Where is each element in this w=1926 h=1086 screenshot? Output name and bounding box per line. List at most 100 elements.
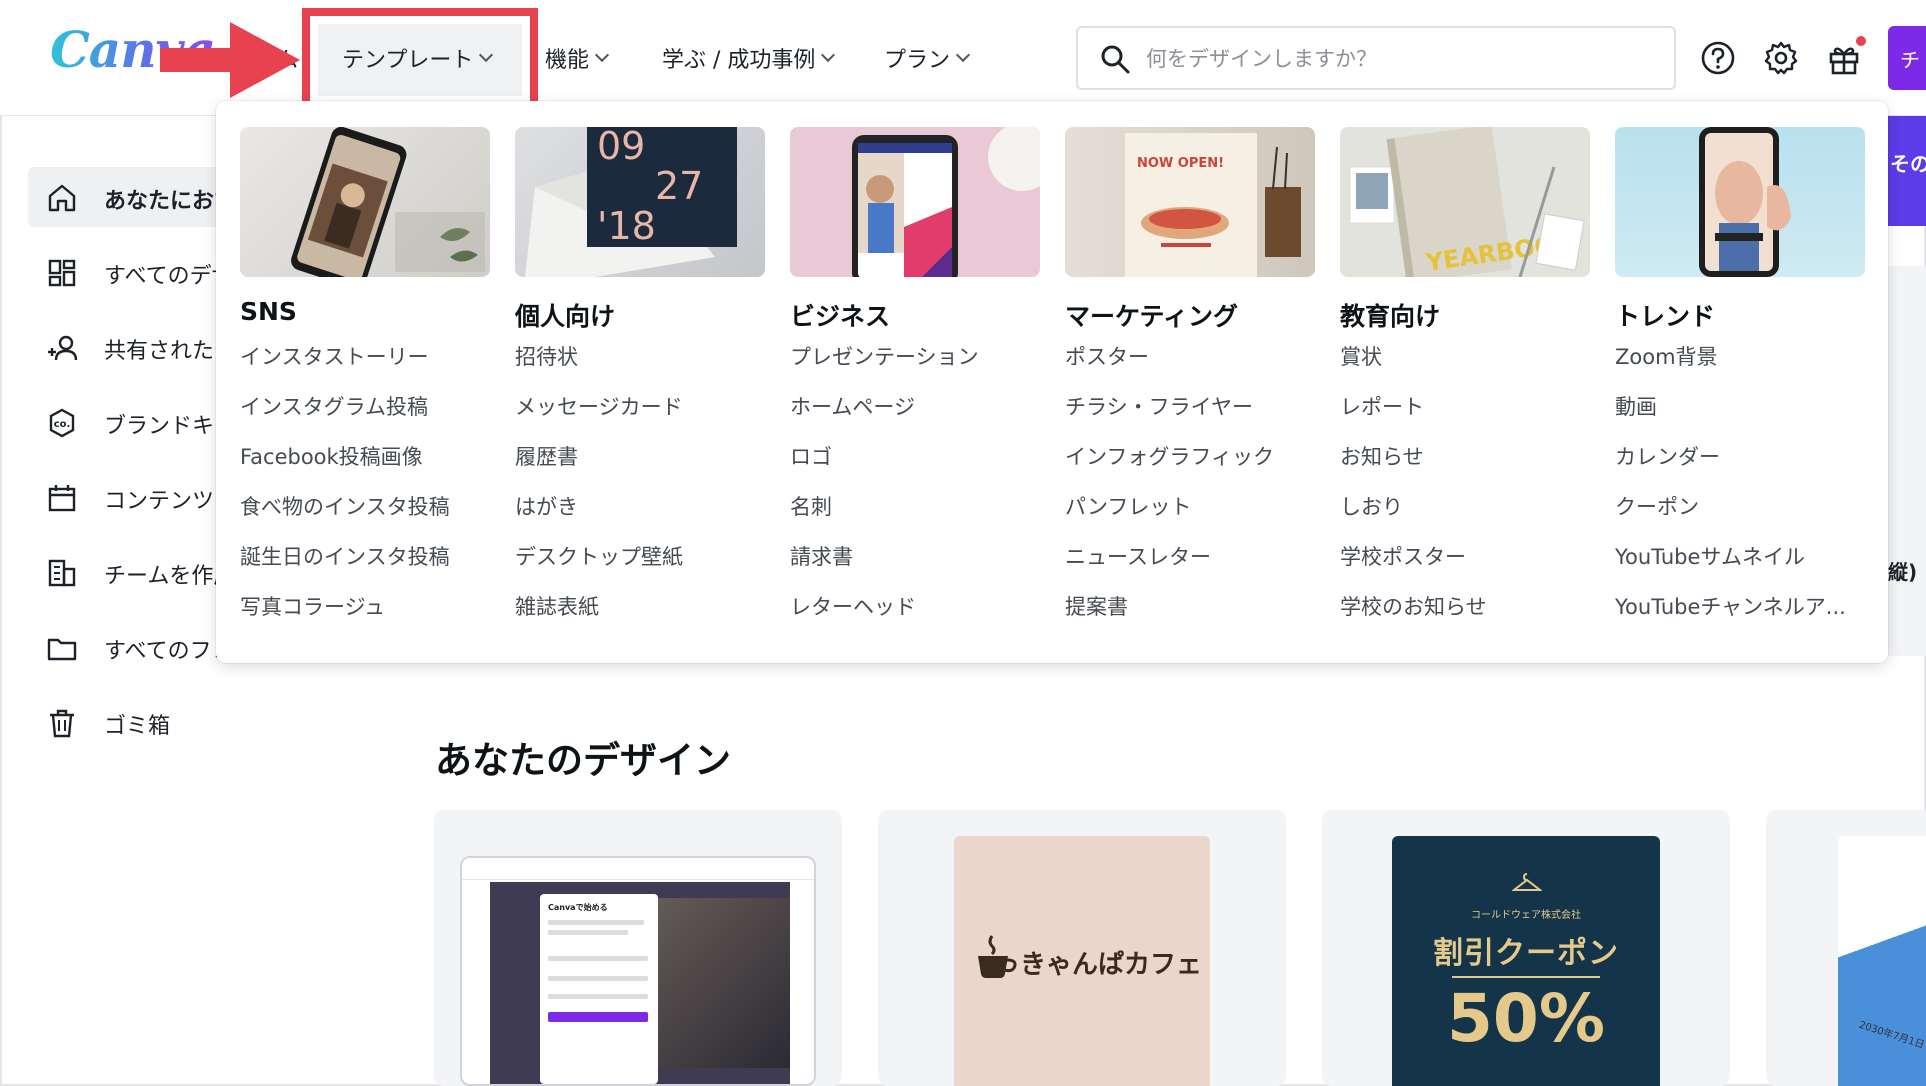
dropdown-item[interactable]: Zoom背景 [1615,341,1865,391]
thumb-line [548,956,648,961]
dropdown-item[interactable]: YouTubeサムネイル [1615,541,1865,591]
design-card[interactable]: Canvaで始める [434,810,842,1086]
dropdown-item[interactable]: 提案書 [1065,591,1315,641]
dropdown-item[interactable]: メッセージカード [515,391,765,441]
sidebar-item-for-you[interactable]: あなたにおすすめ [28,167,228,227]
dropdown-item[interactable]: お知らせ [1340,441,1590,491]
thumb-button [548,1012,648,1022]
sidebar-item-all-designs[interactable]: すべてのデザイン [28,242,228,302]
dropdown-item[interactable]: 動画 [1615,391,1865,441]
template-card-label: 縦) [1888,560,1918,584]
dropdown-item[interactable]: 履歴書 [515,441,765,491]
dropdown-item[interactable]: レターヘッド [790,591,1040,641]
column-list: プレゼンテーション ホームページ ロゴ 名刺 請求書 レターヘッド [790,341,1040,641]
trend-category-image[interactable] [1615,127,1865,277]
design-card[interactable]: きゃんぱカフェ [878,810,1286,1086]
column-title[interactable]: 教育向け [1340,297,1590,333]
sidebar-item-trash[interactable]: ゴミ箱 [28,692,228,752]
template-card-partial[interactable] [1888,266,1926,656]
yearbook-illustration: YEARBOOK [1349,127,1585,277]
right-cut-content: その 縦) [1888,116,1926,1086]
personal-category-image[interactable]: 09 27 '18 [515,127,765,277]
dropdown-item[interactable]: レポート [1340,391,1590,441]
column-title[interactable]: トレンド [1615,297,1865,333]
column-list: 招待状 メッセージカード 履歴書 はがき デスクトップ壁紙 雑誌表紙 [515,341,765,641]
dropdown-item[interactable]: はがき [515,491,765,541]
dropdown-column-education: YEARBOOK 教育向け 賞状 レポート お知らせ しおり 学校ポスター 学校… [1340,127,1590,641]
marketing-category-image[interactable]: NOW OPEN! [1065,127,1315,277]
help-icon[interactable] [1700,40,1736,76]
column-list: インスタストーリー インスタグラム投稿 Facebook投稿画像 食べ物のインス… [240,341,490,641]
column-title[interactable]: 個人向け [515,297,765,333]
chevron-down-icon [594,47,610,63]
column-title[interactable]: SNS [240,297,490,333]
sns-category-image[interactable] [240,127,490,277]
people-icon [48,335,78,361]
column-title[interactable]: マーケティング [1065,297,1315,333]
dropdown-item[interactable]: 写真コラージュ [240,591,490,641]
design-card[interactable]: コールドウェア株式会社 割引クーポン 50% [1322,810,1730,1086]
design-thumbnail: きゃんぱカフェ [954,836,1210,1086]
dropdown-item[interactable]: 賞状 [1340,341,1590,391]
promo-banner[interactable]: その [1888,116,1926,226]
dropdown-column-sns: SNS インスタストーリー インスタグラム投稿 Facebook投稿画像 食べ物… [240,127,490,641]
dropdown-item[interactable]: 誕生日のインスタ投稿 [240,541,490,591]
phone-illustration [291,127,485,277]
sidebar-item-all-folders[interactable]: すべてのフォルダー [28,617,228,677]
sidebar-item-label: すべてのデザイン [104,264,228,289]
dropdown-item[interactable]: インフォグラフィック [1065,441,1315,491]
sidebar-item-brand-kit[interactable]: co. ブランドキット [28,392,228,452]
nav-features[interactable]: 機能 [545,42,610,74]
nav-features-label: 機能 [545,48,590,73]
chevron-down-icon [955,47,971,63]
dropdown-item[interactable]: Facebook投稿画像 [240,441,490,491]
gift-icon[interactable] [1826,40,1862,76]
cafe-name: きゃんぱカフェ [1020,950,1203,980]
dropdown-item[interactable]: デスクトップ壁紙 [515,541,765,591]
chevron-down-icon [821,47,836,63]
sidebar-item-shared[interactable]: 共有されたデザイン [28,317,228,377]
column-title[interactable]: ビジネス [790,297,1040,333]
dropdown-item[interactable]: パンフレット [1065,491,1315,541]
dropdown-item[interactable]: しおり [1340,491,1590,541]
nav-learn[interactable]: 学ぶ / 成功事例 [662,42,836,74]
dropdown-item[interactable]: 学校ポスター [1340,541,1590,591]
sidebar-item-label: すべてのフォルダー [104,639,228,664]
red-arrow-annotation [160,22,300,98]
sidebar-item-content-planner[interactable]: コンテンツプランナー [28,467,228,527]
dropdown-item[interactable]: YouTubeチャンネルア... [1615,591,1865,641]
dropdown-item[interactable]: チラシ・フライヤー [1065,391,1315,441]
dropdown-item[interactable]: 招待状 [515,341,765,391]
dropdown-item[interactable]: インスタグラム投稿 [240,391,490,441]
brand-co-icon: co. [49,408,75,438]
dropdown-item[interactable]: ロゴ [790,441,1040,491]
education-category-image[interactable]: YEARBOOK [1340,127,1590,277]
dropdown-item[interactable]: ニュースレター [1065,541,1315,591]
phone-business-illustration [852,127,1040,277]
dropdown-item[interactable]: 請求書 [790,541,1040,591]
invitation-illustration: 09 27 '18 [525,127,737,277]
dropdown-item[interactable]: 雑誌表紙 [515,591,765,641]
folder-icon [47,638,77,661]
business-category-image[interactable] [790,127,1040,277]
nav-plans[interactable]: プラン [884,42,971,74]
dropdown-item[interactable]: インスタストーリー [240,341,490,391]
design-thumbnail: Canvaで始める [460,856,816,1086]
search-input[interactable] [1146,42,1646,76]
thumb-modal: Canvaで始める [540,894,658,1084]
building-icon [48,559,76,587]
gear-icon[interactable] [1763,40,1799,76]
create-design-button[interactable]: チ [1888,26,1926,90]
dropdown-item[interactable]: 食べ物のインスタ投稿 [240,491,490,541]
dropdown-item[interactable]: ホームページ [790,391,1040,441]
dropdown-item[interactable]: 学校のお知らせ [1340,591,1590,641]
dropdown-item[interactable]: カレンダー [1615,441,1865,491]
dropdown-item[interactable]: 名刺 [790,491,1040,541]
sidebar-item-create-team[interactable]: チームを作成 [28,542,228,602]
search-box[interactable] [1076,26,1676,90]
sidebar-item-label: 共有されたデザイン [104,339,228,364]
dropdown-item[interactable]: ポスター [1065,341,1315,391]
dropdown-item[interactable]: プレゼンテーション [790,341,1040,391]
dropdown-item[interactable]: クーポン [1615,491,1865,541]
design-thumbnail: コールドウェア株式会社 割引クーポン 50% [1392,836,1660,1086]
